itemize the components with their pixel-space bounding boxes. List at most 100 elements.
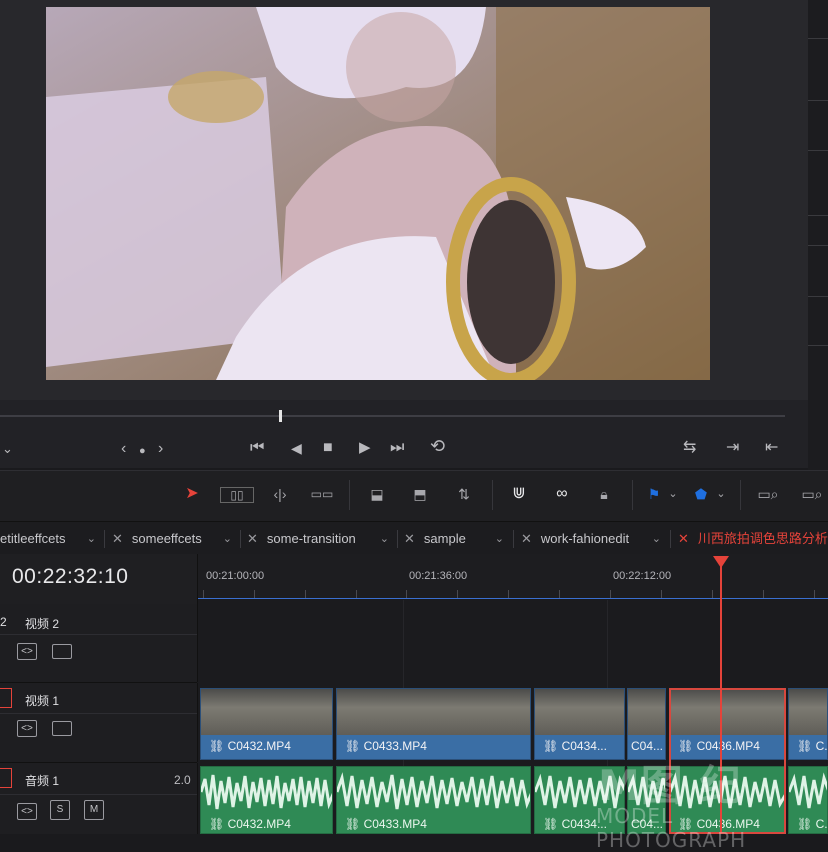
- solo-button[interactable]: S: [50, 800, 70, 820]
- marker-dropdown-icon[interactable]: ⌄: [714, 482, 728, 506]
- tab-label: 川西旅拍调色思路分析: [697, 531, 828, 546]
- chevron-down-icon[interactable]: ⌄: [223, 522, 232, 556]
- auto-track-icon[interactable]: <>: [17, 643, 37, 660]
- track-id: 2: [0, 615, 7, 629]
- flag-icon[interactable]: ⚑: [645, 482, 663, 506]
- tab-active-project[interactable]: ✕ 川西旅拍调色思路分析: [678, 522, 828, 554]
- next-clip-icon[interactable]: ›: [158, 441, 163, 457]
- close-icon[interactable]: ✕: [404, 531, 415, 546]
- playhead-handle[interactable]: [713, 556, 729, 568]
- video-preview-frame: [46, 7, 710, 380]
- tab-label: work-fahionedit: [540, 531, 630, 546]
- trim-tool-icon[interactable]: ▯▯: [220, 487, 254, 503]
- tab-some-transition[interactable]: ✕ some-transition ⌄: [247, 522, 397, 554]
- tab-someeffcets[interactable]: ✕ someeffcets ⌄: [112, 522, 240, 554]
- mute-button[interactable]: M: [84, 800, 104, 820]
- position-lock-icon[interactable]: 🔒︎: [593, 482, 615, 506]
- clip-name: C0434...: [561, 739, 607, 753]
- play-icon[interactable]: ▶: [359, 440, 371, 456]
- tab-label: etitleeffcets: [0, 531, 66, 546]
- close-icon[interactable]: ✕: [247, 531, 258, 546]
- ruler-label: 00:22:12:00: [613, 570, 672, 582]
- chevron-down-icon[interactable]: ⌄: [87, 522, 96, 556]
- selection-tool-icon[interactable]: ➤: [184, 482, 200, 506]
- scrubber-playhead[interactable]: [279, 410, 282, 422]
- auto-track-icon[interactable]: <>: [17, 803, 37, 820]
- clip-name: C0433.MP4: [363, 817, 427, 831]
- zoom-full-icon[interactable]: ▭⌕: [752, 482, 784, 506]
- tab-work-fahionedit[interactable]: ✕ work-fahionedit ⌄: [521, 522, 669, 554]
- blade-tool-icon[interactable]: ▭▭: [308, 482, 336, 506]
- preview-image: [46, 7, 710, 380]
- track-destination-indicator[interactable]: [0, 688, 12, 708]
- video-clip[interactable]: C04...: [627, 688, 666, 760]
- inspector-edge: [808, 0, 828, 470]
- dynamic-trim-icon[interactable]: ‹|›: [265, 482, 295, 506]
- zoom-detail-icon[interactable]: ▭⌕: [796, 482, 828, 506]
- video-track-2-lane[interactable]: [198, 600, 828, 682]
- overwrite-clip-icon[interactable]: ⬒: [405, 482, 435, 506]
- flag-dropdown-icon[interactable]: ⌄: [666, 482, 680, 506]
- tab-etitleeffcets[interactable]: etitleeffcets ⌄: [0, 522, 104, 554]
- close-icon[interactable]: ✕: [112, 531, 123, 546]
- audio-clip[interactable]: ⛓ C0432.MP4: [200, 766, 333, 834]
- track-visibility-icon[interactable]: [52, 721, 72, 736]
- tab-label: someeffcets: [131, 531, 202, 546]
- prev-clip-icon[interactable]: ‹: [121, 441, 126, 457]
- insert-clip-icon[interactable]: ⬓: [362, 482, 392, 506]
- marker-icon[interactable]: ⬟: [692, 482, 710, 506]
- auto-track-icon[interactable]: <>: [17, 720, 37, 737]
- scrubber-track[interactable]: [0, 415, 785, 417]
- clip-name: C0432.MP4: [227, 739, 291, 753]
- linked-selection-icon[interactable]: ∞: [550, 482, 574, 506]
- timecode-display[interactable]: 00:22:32:10: [12, 565, 128, 589]
- step-back-icon[interactable]: ◀: [291, 440, 302, 456]
- waveform: [201, 774, 332, 810]
- audio-clip[interactable]: ⛓ C0433.MP4: [336, 766, 531, 834]
- render-range-line: [198, 598, 828, 599]
- replace-clip-icon[interactable]: ⇅: [448, 482, 480, 506]
- video-clip[interactable]: ⛓ C0432.MP4: [200, 688, 333, 760]
- clip-name: C04...: [631, 739, 664, 753]
- tab-label: some-transition: [266, 531, 356, 546]
- track-visibility-icon[interactable]: [52, 644, 72, 659]
- link-icon: ⛓: [209, 739, 228, 753]
- clip-name: C0433.MP4: [363, 739, 427, 753]
- clip-dot-icon[interactable]: ●: [139, 443, 146, 459]
- track-name: 视频 2: [25, 617, 60, 631]
- mark-out-icon[interactable]: ⇤: [765, 440, 778, 456]
- close-icon[interactable]: ✕: [678, 531, 689, 546]
- chevron-down-icon[interactable]: ⌄: [380, 522, 389, 556]
- snapping-icon[interactable]: ⋓: [508, 482, 530, 506]
- video-clip[interactable]: ⛓ C0433.MP4: [336, 688, 531, 760]
- match-frame-icon[interactable]: ⇆: [683, 440, 696, 456]
- close-icon[interactable]: ✕: [521, 531, 532, 546]
- link-icon: ⛓: [345, 817, 364, 831]
- loop-icon[interactable]: ⟲: [430, 437, 445, 455]
- video-clip[interactable]: ⛓ C...: [788, 688, 828, 760]
- watermark-text: MODEL PHOTOGRAPH: [596, 804, 747, 852]
- link-icon: ⛓: [345, 739, 364, 753]
- track-name: 视频 1: [25, 694, 60, 708]
- link-icon: ⛓: [543, 817, 562, 831]
- stop-icon[interactable]: ■: [323, 440, 333, 456]
- clip-name: C0432.MP4: [227, 817, 291, 831]
- timeline-ruler[interactable]: [198, 554, 828, 598]
- skip-forward-icon[interactable]: ⏭: [390, 440, 404, 456]
- chevron-down-icon[interactable]: ⌄: [652, 522, 661, 556]
- waveform: [337, 772, 530, 810]
- tab-label: sample: [423, 531, 466, 546]
- chevron-down-icon[interactable]: ⌄: [495, 522, 504, 556]
- audio-channel-format: 2.0: [174, 773, 191, 787]
- tab-sample[interactable]: ✕ sample ⌄: [404, 522, 512, 554]
- viewer-dropdown-chevron-icon[interactable]: ⌄: [2, 441, 13, 457]
- link-icon: ⛓: [797, 739, 816, 753]
- video-clip[interactable]: ⛓ C0434...: [534, 688, 625, 760]
- clip-name: C...: [815, 739, 828, 753]
- link-icon: ⛓: [209, 817, 228, 831]
- link-icon: ⛓: [543, 739, 562, 753]
- mark-in-icon[interactable]: ⇥: [726, 440, 739, 456]
- track-destination-indicator[interactable]: [0, 768, 12, 788]
- track-name: 音频 1: [25, 774, 60, 788]
- skip-back-icon[interactable]: ⏮: [250, 440, 264, 456]
